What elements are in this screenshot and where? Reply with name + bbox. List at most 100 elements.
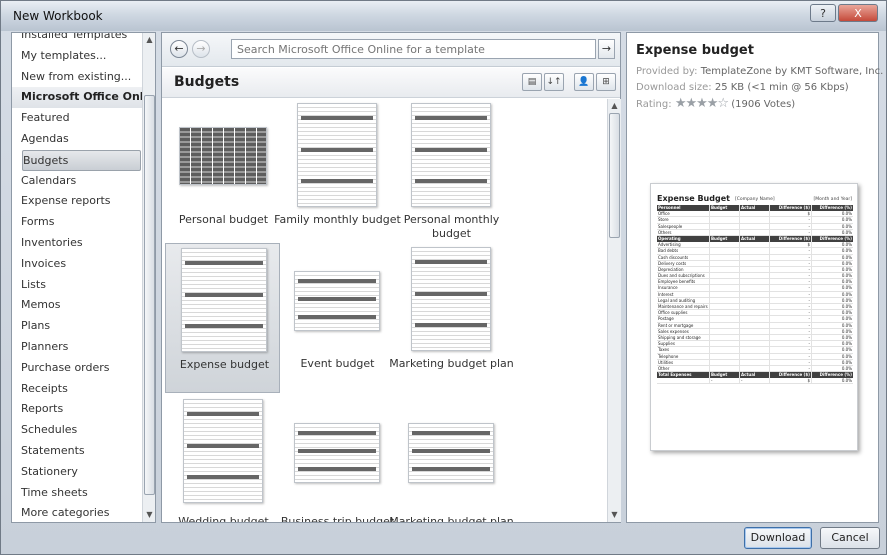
preview-cell xyxy=(709,229,739,235)
preview-cell xyxy=(709,254,739,260)
new-workbook-dialog: New Workbook ? X Installed Templates My t… xyxy=(0,0,887,555)
preview-cell xyxy=(709,328,739,334)
preview-cell: 0.0% xyxy=(811,248,853,254)
back-button[interactable]: ← xyxy=(170,40,188,58)
template-tile[interactable]: Personal budget xyxy=(165,99,280,229)
preview-cell: $ xyxy=(769,242,811,248)
download-button[interactable]: Download xyxy=(744,527,812,549)
scroll-up-icon[interactable]: ▲ xyxy=(608,99,621,113)
template-scrollbar[interactable]: ▲ ▼ xyxy=(607,99,621,522)
preview-cell xyxy=(739,217,769,223)
preview-doc-table: Personnel Budget Actual Difference ($) Diffe… xyxy=(657,205,853,385)
preview-cell xyxy=(709,273,739,279)
category-item[interactable]: Inventories xyxy=(12,233,144,254)
preview-cell: 0.0% xyxy=(811,223,853,229)
category-item[interactable]: Planners xyxy=(12,337,144,358)
preview-cell: - xyxy=(769,365,811,372)
preview-cell xyxy=(709,279,739,285)
preview-row-label: Others xyxy=(658,229,672,235)
preview-cell: 0.0% xyxy=(811,334,853,341)
category-item[interactable]: Statements xyxy=(12,441,144,462)
template-tile[interactable]: Wedding budget xyxy=(165,395,280,522)
thumbnail-band xyxy=(184,293,263,297)
scroll-down-icon[interactable]: ▼ xyxy=(608,508,621,522)
provided-by: Provided by: TemplateZone by KMT Softwar… xyxy=(636,66,884,77)
preview-row-label: Cash discounts xyxy=(658,254,689,260)
preview-cell: 0.0% xyxy=(811,347,853,353)
preview-row-label: Sales expenses xyxy=(658,328,689,334)
preview-cell: - xyxy=(769,322,811,328)
category-item[interactable]: Calendars xyxy=(12,171,144,192)
template-pane: ← → → Budgets ▤ ↓↑ 👤 ⊞ Personal budgetFa… xyxy=(161,32,621,523)
search-input[interactable] xyxy=(231,39,596,59)
template-tile[interactable]: Personal monthly budget xyxy=(393,99,508,240)
category-item[interactable]: Expense reports xyxy=(12,191,144,212)
preview-cell: 0.0% xyxy=(811,211,853,217)
category-item[interactable]: More categories xyxy=(12,503,144,522)
provider-name: TemplateZone by KMT Software, Inc. xyxy=(700,66,884,77)
close-button[interactable]: X xyxy=(838,4,878,22)
category-header: Microsoft Office Online xyxy=(12,87,155,109)
grid-view-icon[interactable]: ⊞ xyxy=(596,73,616,91)
preview-cell xyxy=(739,347,769,353)
category-item[interactable]: Memos xyxy=(12,295,144,316)
category-item[interactable]: Featured xyxy=(12,108,144,129)
category-item[interactable]: Reports xyxy=(12,399,144,420)
thumbnail-band xyxy=(414,116,487,120)
thumbnail-band xyxy=(186,444,259,448)
category-item[interactable]: Stationery xyxy=(12,462,144,483)
category-pane: Installed Templates My templates... New fr… xyxy=(11,32,156,523)
category-item[interactable]: Invoices xyxy=(12,254,144,275)
category-item[interactable]: New from existing... xyxy=(12,67,144,88)
preview-cell xyxy=(739,297,769,303)
category-item[interactable]: Forms xyxy=(12,212,144,233)
preview-row-label: Salespeople xyxy=(658,223,683,229)
category-item[interactable]: Budgets xyxy=(22,149,141,171)
preview-cell xyxy=(739,285,769,291)
preview-row-label: Postage xyxy=(658,316,674,322)
template-tile[interactable]: Marketing budget plan xyxy=(389,243,514,393)
category-item[interactable]: Receipts xyxy=(12,379,144,400)
preview-cell xyxy=(739,359,769,365)
preview-cell: 0.0% xyxy=(811,310,853,316)
preview-cell: 0.0% xyxy=(811,279,853,285)
preview-cell xyxy=(739,223,769,229)
title-bar[interactable]: New Workbook ? X xyxy=(1,1,886,31)
search-go-button[interactable]: → xyxy=(598,39,615,59)
preview-row-label: Maintenance and repairs xyxy=(658,304,708,309)
category-item[interactable]: Lists xyxy=(12,275,144,296)
preview-cell: 0.0% xyxy=(811,242,853,248)
template-tile[interactable]: Marketing budget plan xyxy=(389,395,514,522)
help-button[interactable]: ? xyxy=(810,4,836,22)
category-item[interactable]: Agendas xyxy=(12,129,144,150)
category-scrollbar[interactable]: ▲ ▼ xyxy=(142,33,155,522)
template-thumbnail xyxy=(410,103,491,207)
category-item[interactable]: Schedules xyxy=(12,420,144,441)
scroll-thumb[interactable] xyxy=(609,113,620,238)
preview-cell xyxy=(739,341,769,347)
template-tile[interactable]: Business trip budget xyxy=(279,395,394,522)
sort-order-icon[interactable]: ↓↑ xyxy=(544,73,564,91)
preview-cell: - xyxy=(769,266,811,273)
category-item[interactable]: Installed Templates xyxy=(12,33,144,46)
sort-list-icon[interactable]: ▤ xyxy=(522,73,542,91)
category-item[interactable]: Plans xyxy=(12,316,144,337)
scroll-down-icon[interactable]: ▼ xyxy=(143,508,155,522)
preview-cell xyxy=(739,310,769,316)
scroll-up-icon[interactable]: ▲ xyxy=(143,33,155,47)
category-item[interactable]: Purchase orders xyxy=(12,358,144,379)
rating-stars-icon: ★★★★☆ xyxy=(674,96,729,111)
cancel-button[interactable]: Cancel xyxy=(820,527,880,549)
preview-cell xyxy=(739,328,769,334)
template-tile[interactable]: Expense budget xyxy=(165,243,280,393)
template-tile[interactable]: Event budget xyxy=(279,243,394,393)
scroll-thumb[interactable] xyxy=(144,95,155,495)
forward-button[interactable]: → xyxy=(192,40,210,58)
person-view-icon[interactable]: 👤 xyxy=(574,73,594,91)
category-item[interactable]: Time sheets xyxy=(12,483,144,504)
preview-cell: - xyxy=(769,248,811,254)
template-tile[interactable]: Family monthly budget xyxy=(274,99,401,229)
preview-cell xyxy=(739,242,769,248)
thumbnail-band xyxy=(414,179,487,183)
category-item[interactable]: My templates... xyxy=(12,46,144,67)
